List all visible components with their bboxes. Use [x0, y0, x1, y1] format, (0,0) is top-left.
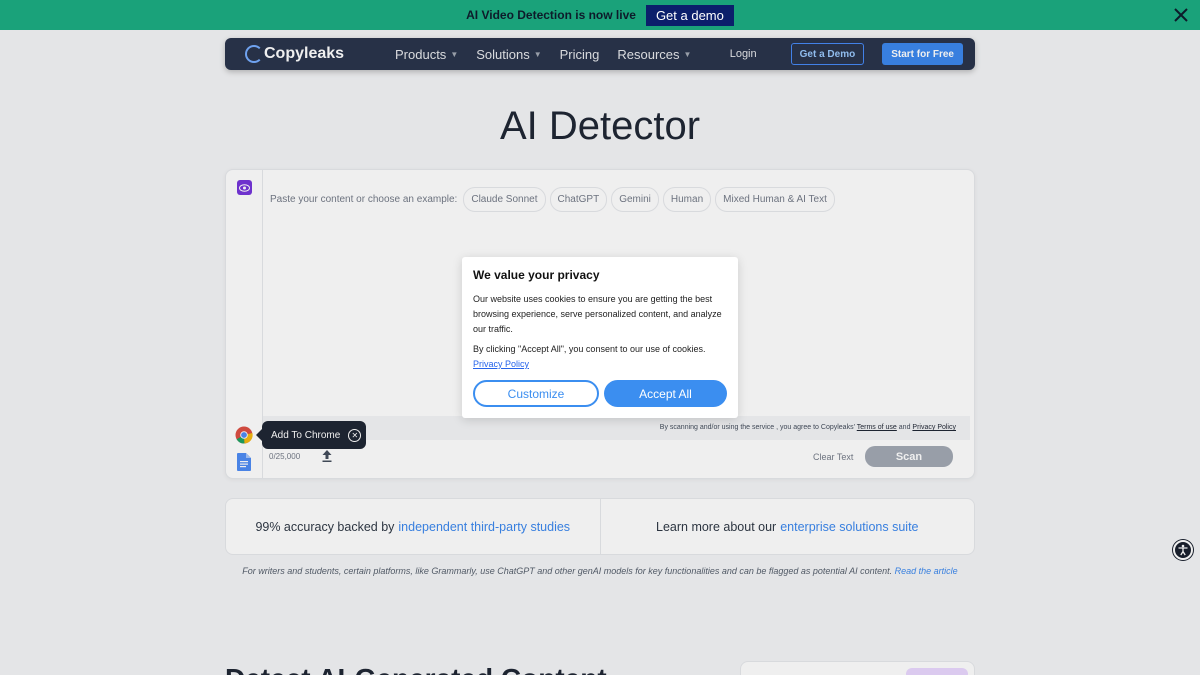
modal-body: Our website uses cookies to ensure you a…: [473, 294, 722, 334]
announcement-bar: AI Video Detection is now live Get a dem…: [0, 0, 1200, 30]
customize-button[interactable]: Customize: [473, 380, 599, 407]
accept-all-button[interactable]: Accept All: [604, 380, 727, 407]
announcement-text: AI Video Detection is now live: [466, 8, 636, 22]
modal-title: We value your privacy: [473, 268, 600, 282]
close-icon[interactable]: [1172, 6, 1190, 24]
privacy-modal: We value your privacy Our website uses c…: [462, 257, 738, 418]
modal-consent-text: By clicking "Accept All", you consent to…: [473, 344, 706, 369]
get-demo-announcement-button[interactable]: Get a demo: [645, 4, 734, 26]
privacy-policy-link[interactable]: Privacy Policy: [473, 359, 529, 369]
